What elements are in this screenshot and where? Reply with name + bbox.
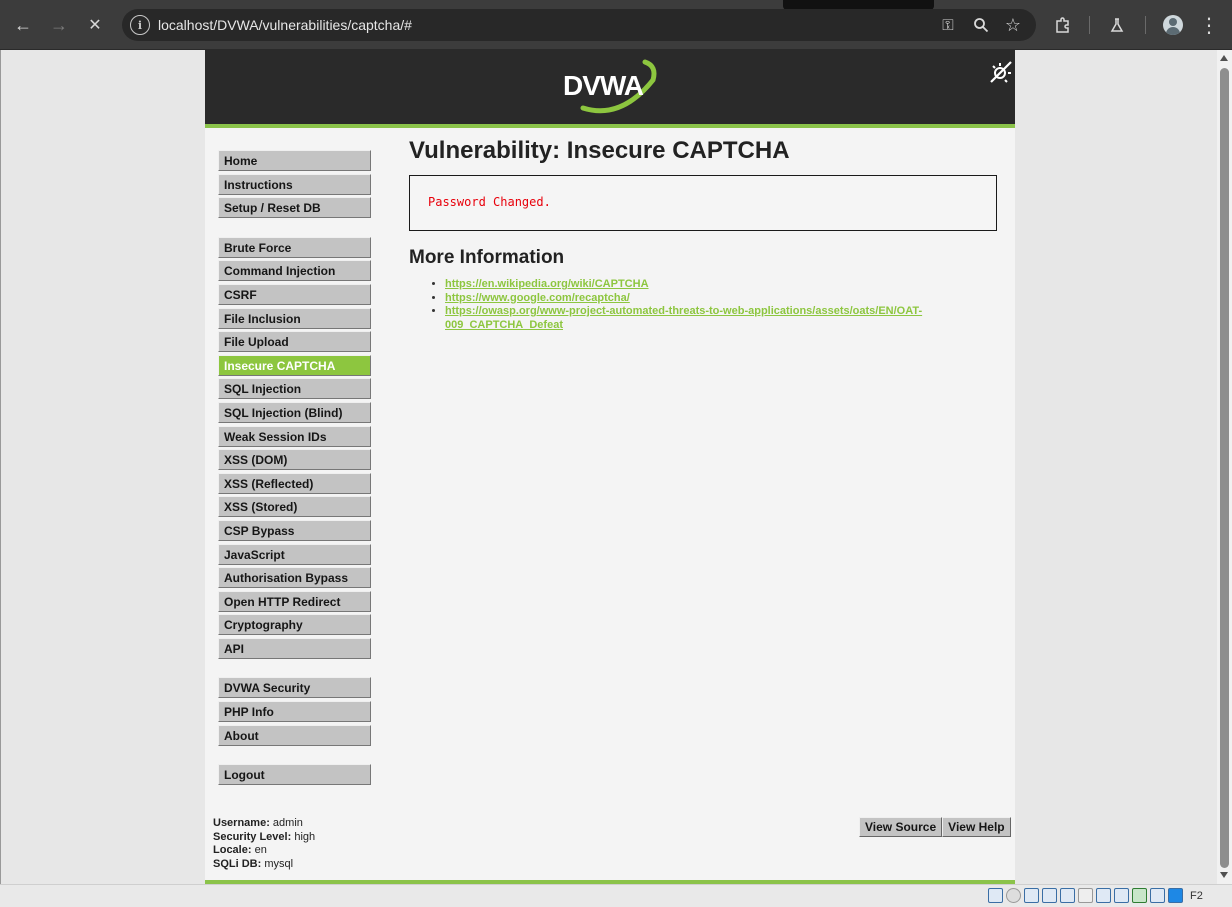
toolbar-separator bbox=[1145, 16, 1146, 34]
shared-folders-icon[interactable] bbox=[1078, 888, 1093, 903]
sidebar-item-php-info[interactable]: PHP Info bbox=[218, 701, 371, 723]
mouse-integration-icon[interactable] bbox=[1150, 888, 1165, 903]
labs-flask-icon[interactable] bbox=[1105, 13, 1129, 37]
sqli-db-label: SQLi DB: bbox=[213, 857, 262, 870]
locale-row: Locale: en bbox=[213, 844, 315, 858]
vertical-scrollbar[interactable] bbox=[1217, 50, 1232, 884]
sidebar-item-home[interactable]: Home bbox=[218, 150, 371, 171]
browser-menu-icon[interactable]: ⋮ bbox=[1197, 13, 1221, 37]
more-information-links: https://en.wikipedia.org/wiki/CAPTCHA ht… bbox=[409, 278, 999, 332]
host-key-label: F2 bbox=[1190, 890, 1203, 902]
sidebar-item-setup-reset-db[interactable]: Setup / Reset DB bbox=[218, 197, 371, 219]
locale-label: Locale: bbox=[213, 844, 252, 856]
sidebar-item-csp-bypass[interactable]: CSP Bypass bbox=[218, 519, 371, 541]
audio-icon[interactable] bbox=[1024, 888, 1039, 903]
list-item: https://www.google.com/recaptcha/ bbox=[445, 292, 999, 306]
page-title: Vulnerability: Insecure CAPTCHA bbox=[409, 137, 790, 164]
more-information-heading: More Information bbox=[409, 247, 565, 268]
extensions-icon[interactable] bbox=[1051, 13, 1075, 37]
list-item: https://en.wikipedia.org/wiki/CAPTCHA bbox=[445, 278, 999, 292]
user-info: Username: admin Security Level: high Loc… bbox=[213, 817, 315, 871]
status-tray: F2 bbox=[988, 888, 1203, 904]
toolbar-separator bbox=[1089, 16, 1090, 34]
link-google-recaptcha[interactable]: https://www.google.com/recaptcha/ bbox=[445, 292, 630, 304]
sidebar-item-insecure-captcha[interactable]: Insecure CAPTCHA bbox=[218, 354, 371, 376]
url-text[interactable]: localhost/DVWA/vulnerabilities/captcha/# bbox=[158, 17, 412, 33]
menu-group-vulnerabilities: Brute Force Command Injection CSRF File Inc… bbox=[218, 236, 371, 659]
main-body: Vulnerability: Insecure CAPTCHA Password… bbox=[409, 137, 999, 331]
optical-drive-icon[interactable] bbox=[1006, 888, 1021, 903]
view-source-button[interactable]: View Source bbox=[859, 817, 943, 837]
link-owasp-captcha-defeat[interactable]: https://owasp.org/www-project-automated-… bbox=[445, 305, 922, 331]
sidebar-item-xss-dom[interactable]: XSS (DOM) bbox=[218, 449, 371, 471]
forward-icon[interactable]: → bbox=[46, 12, 72, 38]
menu-group-session: Logout bbox=[218, 764, 371, 786]
scroll-up-icon[interactable] bbox=[1220, 55, 1228, 61]
password-changed-message: Password Changed. bbox=[428, 195, 551, 209]
view-help-button[interactable]: View Help bbox=[942, 817, 1011, 837]
sidebar-item-sql-injection-blind[interactable]: SQL Injection (Blind) bbox=[218, 401, 371, 423]
security-level-label: Security Level: bbox=[213, 830, 292, 843]
network-icon[interactable] bbox=[1042, 888, 1057, 903]
list-item: https://owasp.org/www-project-automated-… bbox=[445, 305, 999, 332]
sidebar-item-api[interactable]: API bbox=[218, 637, 371, 659]
sidebar-item-cryptography[interactable]: Cryptography bbox=[218, 614, 371, 636]
sqli-db-value: mysql bbox=[264, 857, 294, 870]
footer-buttons: View Source View Help bbox=[859, 817, 1011, 837]
page-viewport: DVWA Home Instructions Setup / Reset DB Br… bbox=[0, 50, 1218, 884]
menu-group-general: Home Instructions Setup / Reset DB bbox=[218, 150, 371, 219]
keyboard-capture-icon[interactable] bbox=[1168, 888, 1183, 903]
sidebar-item-file-inclusion[interactable]: File Inclusion bbox=[218, 307, 371, 329]
dvwa-logo: DVWA bbox=[563, 59, 657, 114]
sidebar-item-authorisation-bypass[interactable]: Authorisation Bypass bbox=[218, 567, 371, 589]
sidebar-item-instructions[interactable]: Instructions bbox=[218, 173, 371, 195]
result-message-box: Password Changed. bbox=[409, 175, 997, 231]
dvwa-page: DVWA Home Instructions Setup / Reset DB Br… bbox=[205, 50, 1015, 884]
cpu-activity-icon[interactable] bbox=[1132, 888, 1147, 903]
sidebar-item-about[interactable]: About bbox=[218, 724, 371, 746]
browser-toolbar: ← → ✕ i localhost/DVWA/vulnerabilities/c… bbox=[0, 0, 1232, 50]
svg-text:DVWA: DVWA bbox=[563, 70, 644, 101]
display-icon[interactable] bbox=[1096, 888, 1111, 903]
locale-value: en bbox=[254, 844, 267, 856]
scroll-down-icon[interactable] bbox=[1220, 872, 1228, 878]
sidebar-item-csrf[interactable]: CSRF bbox=[218, 283, 371, 305]
theme-toggle-icon[interactable] bbox=[987, 58, 1015, 86]
sidebar-item-dvwa-security[interactable]: DVWA Security bbox=[218, 677, 371, 699]
sidebar-menu: Home Instructions Setup / Reset DB Brute F… bbox=[218, 150, 371, 788]
stop-loading-icon[interactable]: ✕ bbox=[82, 12, 108, 38]
sidebar-item-weak-session-ids[interactable]: Weak Session IDs bbox=[218, 425, 371, 447]
profile-avatar[interactable] bbox=[1163, 15, 1183, 35]
usb-icon[interactable] bbox=[1060, 888, 1075, 903]
sidebar-item-file-upload[interactable]: File Upload bbox=[218, 331, 371, 353]
vm-status-bar: F2 bbox=[0, 884, 1232, 907]
page-header: DVWA bbox=[205, 50, 1015, 128]
link-wikipedia-captcha[interactable]: https://en.wikipedia.org/wiki/CAPTCHA bbox=[445, 278, 649, 290]
back-icon[interactable]: ← bbox=[10, 12, 36, 38]
sidebar-item-xss-stored[interactable]: XSS (Stored) bbox=[218, 496, 371, 518]
scrollbar-thumb[interactable] bbox=[1220, 68, 1229, 868]
sidebar-item-command-injection[interactable]: Command Injection bbox=[218, 260, 371, 282]
sidebar-item-brute-force[interactable]: Brute Force bbox=[218, 236, 371, 258]
security-level-value: high bbox=[294, 830, 316, 843]
username-value: admin bbox=[272, 817, 303, 829]
sidebar-item-xss-reflected[interactable]: XSS (Reflected) bbox=[218, 472, 371, 494]
sidebar-item-logout[interactable]: Logout bbox=[218, 764, 371, 786]
hard-disk-icon[interactable] bbox=[988, 888, 1003, 903]
menu-group-settings: DVWA Security PHP Info About bbox=[218, 677, 371, 746]
zoom-icon[interactable] bbox=[971, 15, 991, 35]
password-key-icon[interactable]: ⚿ bbox=[938, 15, 958, 35]
sidebar-item-javascript[interactable]: JavaScript bbox=[218, 543, 371, 565]
sidebar-item-sql-injection[interactable]: SQL Injection bbox=[218, 378, 371, 400]
security-level-row: Security Level: high bbox=[213, 831, 315, 845]
address-bar[interactable]: i localhost/DVWA/vulnerabilities/captcha… bbox=[122, 9, 1036, 41]
sidebar-item-open-http-redirect[interactable]: Open HTTP Redirect bbox=[218, 590, 371, 612]
video-capture-icon[interactable] bbox=[1114, 888, 1129, 903]
bookmark-star-icon[interactable]: ☆ bbox=[1003, 15, 1023, 35]
username-row: Username: admin bbox=[213, 817, 315, 831]
sqli-db-row: SQLi DB: mysql bbox=[213, 858, 315, 872]
site-info-icon[interactable]: i bbox=[130, 15, 150, 35]
username-label: Username: bbox=[213, 817, 270, 829]
